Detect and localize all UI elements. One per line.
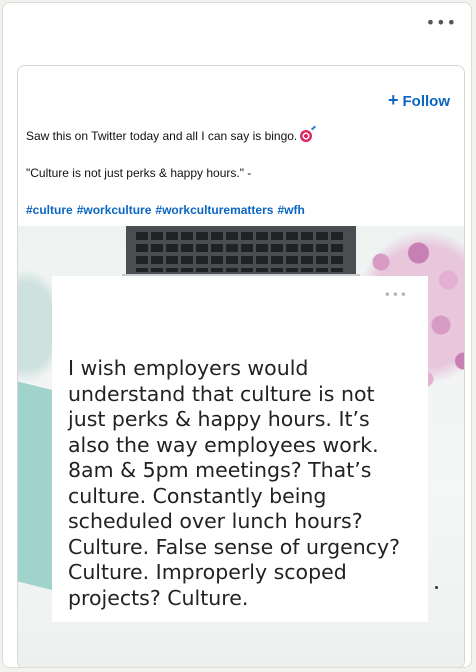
tweet-more-icon: ••• bbox=[383, 288, 408, 302]
follow-button[interactable]: + Follow bbox=[388, 90, 450, 111]
keyboard-keys bbox=[136, 232, 346, 272]
post-text-content: Saw this on Twitter today and all I can … bbox=[26, 129, 298, 143]
laptop-keyboard-image bbox=[122, 226, 360, 288]
hashtag-workculture[interactable]: #workculture bbox=[77, 203, 152, 217]
plus-icon: + bbox=[387, 90, 399, 110]
shared-post: + Follow Saw this on Twitter today and al… bbox=[17, 65, 465, 667]
follow-label: Follow bbox=[402, 93, 451, 110]
hashtag-wfh[interactable]: #wfh bbox=[277, 203, 304, 217]
hashtag-workculturematters[interactable]: #workculturematters bbox=[155, 203, 273, 217]
feed-card: ••• + Follow Saw this on Twitter today an… bbox=[2, 2, 472, 668]
post-body: Saw this on Twitter today and all I can … bbox=[26, 128, 446, 239]
hashtag-culture[interactable]: #culture bbox=[26, 203, 73, 217]
hashtag-list: #culture #workculture #workculturematters #… bbox=[26, 202, 446, 218]
post-quote-line: "Culture is not just perks & happy hours… bbox=[26, 166, 252, 180]
more-options-icon[interactable]: ••• bbox=[426, 13, 457, 32]
post-text-line: Saw this on Twitter today and all I can … bbox=[26, 128, 446, 144]
direct-hit-target-icon bbox=[300, 130, 313, 142]
post-image[interactable]: ••• I wish employers would understand th… bbox=[18, 226, 464, 667]
background-dot bbox=[435, 586, 438, 589]
tweet-text: I wish employers would understand that c… bbox=[68, 356, 400, 610]
tweet-screenshot-card: ••• I wish employers would understand th… bbox=[52, 276, 428, 622]
